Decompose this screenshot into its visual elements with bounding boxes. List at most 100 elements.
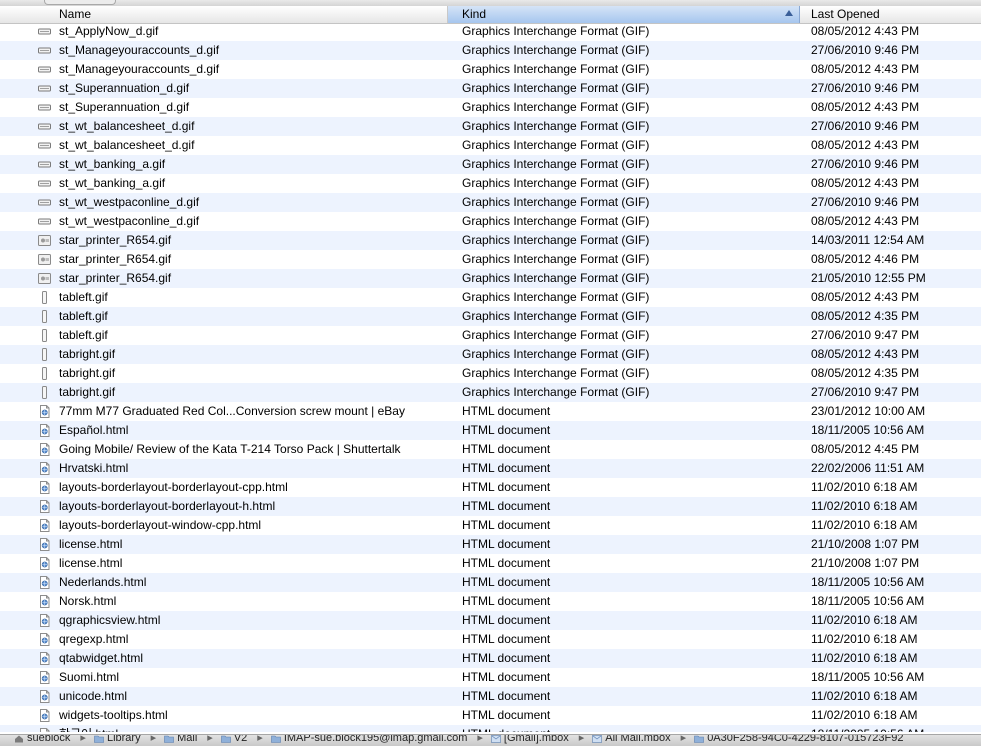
file-row[interactable]: st_wt_balancesheet_d.gif Graphics Interch… <box>0 136 981 155</box>
file-list[interactable]: st_ApplyNow_d.gif Graphics Interchange Fo… <box>0 22 981 732</box>
file-row[interactable]: Nederlands.html HTML document 18/11/2005 1… <box>0 573 981 592</box>
file-row[interactable]: widgets-tooltips.html HTML document 11/02/… <box>0 706 981 725</box>
file-kind: Graphics Interchange Format (GIF) <box>462 176 650 190</box>
file-row[interactable]: star_printer_R654.gif Graphics Interchang… <box>0 250 981 269</box>
file-kind: HTML document <box>462 480 551 494</box>
gif-bar-icon <box>38 196 51 209</box>
file-kind: Graphics Interchange Format (GIF) <box>462 347 650 361</box>
file-row[interactable]: Going Mobile/ Review of the Kata T-214 T… <box>0 440 981 459</box>
path-crumb[interactable]: 0A30F258-94C0-4229-8107-015723F92 <box>694 735 904 745</box>
file-row[interactable]: tableft.gif Graphics Interchange Format (… <box>0 307 981 326</box>
file-name: st_wt_westpaconline_d.gif <box>59 214 200 228</box>
file-row[interactable]: st_wt_balancesheet_d.gif Graphics Interch… <box>0 117 981 136</box>
file-last-opened: 08/05/2012 4:43 PM <box>811 214 920 228</box>
file-row[interactable]: license.html HTML document 21/10/2008 1:07… <box>0 535 981 554</box>
file-last-opened: 18/11/2005 10:56 AM <box>811 594 925 608</box>
folder-icon <box>694 735 704 743</box>
file-kind: HTML document <box>462 518 551 532</box>
file-row[interactable]: 77mm M77 Graduated Red Col...Conversion … <box>0 402 981 421</box>
file-row[interactable]: st_ApplyNow_d.gif Graphics Interchange Fo… <box>0 22 981 41</box>
file-row[interactable]: unicode.html HTML document 11/02/2010 6:18… <box>0 687 981 706</box>
file-row[interactable]: layouts-borderlayout-window-cpp.html HTML… <box>0 516 981 535</box>
file-row[interactable]: st_Manageyouraccounts_d.gif Graphics Inte… <box>0 41 981 60</box>
file-row[interactable]: st_wt_banking_a.gif Graphics Interchange … <box>0 174 981 193</box>
file-row[interactable]: Norsk.html HTML document 18/11/2005 10:56 … <box>0 592 981 611</box>
path-crumb[interactable]: sueblock <box>14 735 70 745</box>
file-kind: Graphics Interchange Format (GIF) <box>462 233 650 247</box>
column-header-name[interactable]: Name <box>0 6 448 23</box>
file-last-opened: 11/02/2010 6:18 AM <box>811 480 918 494</box>
path-separator-icon: ▸ <box>80 734 86 744</box>
sort-ascending-icon <box>785 10 793 16</box>
file-last-opened: 18/11/2005 10:56 AM <box>811 575 925 589</box>
file-kind: Graphics Interchange Format (GIF) <box>462 119 650 133</box>
file-row[interactable]: qregexp.html HTML document 11/02/2010 6:18… <box>0 630 981 649</box>
folder-icon <box>271 735 281 743</box>
file-kind: HTML document <box>462 423 551 437</box>
file-row[interactable]: Hrvatski.html HTML document 22/02/2006 11:… <box>0 459 981 478</box>
file-kind: HTML document <box>462 461 551 475</box>
file-row[interactable]: Suomi.html HTML document 18/11/2005 10:56 … <box>0 668 981 687</box>
file-row[interactable]: license.html HTML document 21/10/2008 1:07… <box>0 554 981 573</box>
file-last-opened: 22/02/2006 11:51 AM <box>811 461 925 475</box>
path-crumb[interactable]: All Mail.mbox <box>592 735 671 745</box>
file-row[interactable]: qgraphicsview.html HTML document 11/02/201… <box>0 611 981 630</box>
path-crumb-label: [Gmail].mbox <box>503 734 569 744</box>
path-separator-icon: ▸ <box>578 734 585 744</box>
file-row[interactable]: layouts-borderlayout-borderlayout-cpp.ht… <box>0 478 981 497</box>
file-row[interactable]: layouts-borderlayout-borderlayout-h.html… <box>0 497 981 516</box>
file-kind: HTML document <box>462 556 551 570</box>
file-name: st_wt_westpaconline_d.gif <box>59 195 200 209</box>
file-last-opened: 11/02/2010 6:18 AM <box>811 689 918 703</box>
file-row[interactable]: qtabwidget.html HTML document 11/02/2010 6… <box>0 649 981 668</box>
file-kind: Graphics Interchange Format (GIF) <box>462 24 650 38</box>
mailbox-icon <box>491 735 501 743</box>
file-kind: Graphics Interchange Format (GIF) <box>462 366 650 380</box>
path-crumb[interactable]: [Gmail].mbox <box>491 734 569 745</box>
file-name: license.html <box>59 537 123 551</box>
file-last-opened: 21/10/2008 1:07 PM <box>811 537 920 551</box>
file-row[interactable]: 한국어.html HTML document 18/11/2005 10:56 AM <box>0 725 981 732</box>
file-row[interactable]: st_wt_westpaconline_d.gif Graphics Interc… <box>0 193 981 212</box>
gif-bar-icon <box>38 101 51 114</box>
path-separator-icon: ▸ <box>207 734 213 744</box>
file-name: 한국어.html <box>59 725 441 732</box>
file-kind: Graphics Interchange Format (GIF) <box>462 62 650 76</box>
file-name: tabright.gif <box>59 385 116 399</box>
file-row[interactable]: tabright.gif Graphics Interchange Format … <box>0 345 981 364</box>
file-last-opened: 23/01/2012 10:00 AM <box>811 404 926 418</box>
file-name: st_ApplyNow_d.gif <box>59 24 159 38</box>
file-row[interactable]: st_wt_westpaconline_d.gif Graphics Interc… <box>0 212 981 231</box>
file-kind: Graphics Interchange Format (GIF) <box>462 290 650 304</box>
file-row[interactable]: tableft.gif Graphics Interchange Format (… <box>0 326 981 345</box>
path-crumb[interactable]: Library <box>94 735 141 745</box>
file-row[interactable]: st_wt_banking_a.gif Graphics Interchange … <box>0 155 981 174</box>
path-crumb[interactable]: Mail <box>164 735 197 745</box>
file-row[interactable]: st_Superannuation_d.gif Graphics Intercha… <box>0 98 981 117</box>
file-row[interactable]: st_Superannuation_d.gif Graphics Intercha… <box>0 79 981 98</box>
file-row[interactable]: st_Manageyouraccounts_d.gif Graphics Inte… <box>0 60 981 79</box>
file-kind: Graphics Interchange Format (GIF) <box>462 214 650 228</box>
path-crumb[interactable]: IMAP-sue.block195@imap.gmail.com <box>271 735 467 745</box>
path-crumb[interactable]: V2 <box>221 735 247 745</box>
file-row[interactable]: tabright.gif Graphics Interchange Format … <box>0 364 981 383</box>
toolbar-button-edge[interactable] <box>44 0 116 5</box>
file-name: st_Manageyouraccounts_d.gif <box>59 43 220 57</box>
file-row[interactable]: tabright.gif Graphics Interchange Format … <box>0 383 981 402</box>
file-row[interactable]: star_printer_R654.gif Graphics Interchang… <box>0 269 981 288</box>
html-document-icon <box>38 405 51 418</box>
file-row[interactable]: star_printer_R654.gif Graphics Interchang… <box>0 231 981 250</box>
column-header-kind[interactable]: Kind <box>448 6 800 23</box>
file-last-opened: 08/05/2012 4:45 PM <box>811 442 920 456</box>
file-kind: Graphics Interchange Format (GIF) <box>462 81 650 95</box>
file-last-opened: 27/06/2010 9:47 PM <box>811 385 920 399</box>
html-document-icon <box>38 538 51 551</box>
file-row[interactable]: Español.html HTML document 18/11/2005 10:5… <box>0 421 981 440</box>
html-document-icon <box>38 595 51 608</box>
file-row[interactable]: tableft.gif Graphics Interchange Format (… <box>0 288 981 307</box>
file-last-opened: 11/02/2010 6:18 AM <box>811 499 918 513</box>
file-last-opened: 11/02/2010 6:18 AM <box>811 518 918 532</box>
gif-thumb-icon <box>38 253 51 266</box>
path-crumbs: sueblock ▸ Library ▸ Mail ▸ V2 ▸ IMAP-sue.block1… <box>14 734 914 745</box>
column-header-last-opened[interactable]: Last Opened <box>800 6 981 23</box>
